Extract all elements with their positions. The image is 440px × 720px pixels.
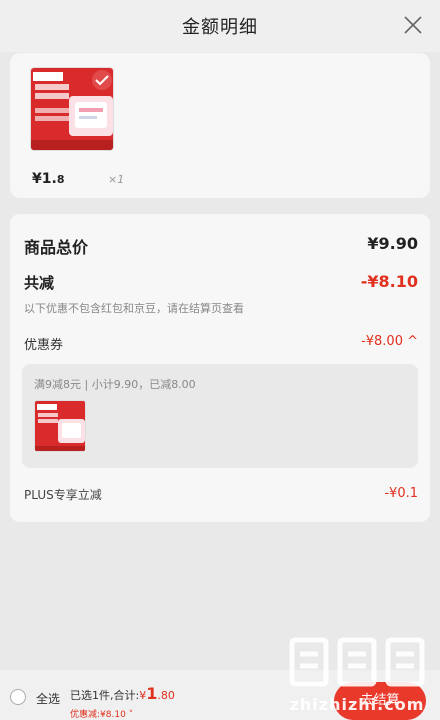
reduce-value: -¥8.10: [360, 272, 418, 291]
watermark-text: zhizhizhi.com: [289, 695, 425, 714]
plus-discount-value: -¥0.1: [384, 486, 418, 501]
header: 金额明细: [0, 0, 440, 52]
summary-prefix: 已选1件,合计:: [70, 689, 140, 702]
reduce-label: 共减: [24, 274, 55, 292]
watermark-logo-icon: [289, 637, 425, 687]
plus-discount-row: PLUS专享立减 -¥0.1: [24, 486, 418, 510]
site-watermark: zhizhizhi.com: [282, 626, 432, 716]
coupon-row[interactable]: 优惠券 -¥8.00 ^: [24, 334, 418, 358]
discount-note: 以下优惠不包含红包和京豆，请在结算页查看: [24, 302, 244, 315]
reduce-row: 共减 -¥8.10: [24, 272, 418, 296]
total-value: ¥9.90: [367, 234, 418, 253]
product-price-cents: 8: [56, 173, 65, 186]
select-all-radio[interactable]: [10, 689, 26, 705]
product-price-main: ¥1.: [32, 171, 57, 187]
coupon-detail-box: 满9减8元 | 小计9.90，已减8.00: [22, 364, 418, 468]
product-price: ¥1.8: [32, 171, 64, 187]
product-card: ¥1.8 ×1: [10, 53, 430, 198]
total-row: 商品总价 ¥9.90: [24, 234, 418, 258]
coupon-label: 优惠券: [24, 338, 64, 353]
discount-summary[interactable]: 优惠减:¥8.10 ˅: [70, 707, 133, 720]
product-image[interactable]: [30, 67, 114, 151]
coupon-product-image: [34, 400, 86, 452]
coupon-value[interactable]: -¥8.00 ^: [361, 334, 418, 349]
close-icon[interactable]: [402, 14, 424, 36]
select-all-label[interactable]: 全选: [36, 690, 60, 707]
page-title: 金额明细: [182, 17, 258, 38]
total-label: 商品总价: [24, 238, 89, 257]
summary-amount: 1: [146, 684, 158, 703]
price-details-card: 商品总价 ¥9.90 共减 -¥8.10 以下优惠不包含红包和京豆，请在结算页查…: [10, 214, 430, 522]
summary-amount-cents: .80: [157, 689, 175, 702]
coupon-description: 满9减8元 | 小计9.90，已减8.00: [34, 378, 196, 391]
plus-discount-label: PLUS专享立减: [24, 488, 102, 502]
order-summary: 已选1件,合计:¥1.80: [70, 684, 175, 703]
product-quantity: ×1: [108, 173, 125, 186]
